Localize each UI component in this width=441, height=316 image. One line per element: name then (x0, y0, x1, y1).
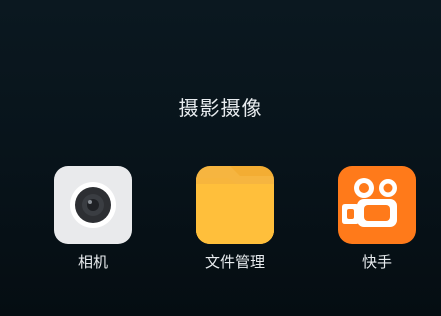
app-camera[interactable]: 相机 (43, 166, 143, 272)
camera-icon[interactable] (54, 166, 132, 244)
app-kuaishou[interactable]: 快手 (327, 166, 427, 272)
app-label: 文件管理 (204, 253, 265, 271)
folder-title: 摄影摄像 (178, 96, 263, 120)
app-file-manager[interactable]: 文件管理 (185, 166, 285, 272)
app-label: 相机 (77, 253, 108, 271)
kuaishou-icon[interactable] (338, 166, 416, 244)
folder-icon[interactable] (196, 166, 274, 244)
app-label: 快手 (361, 253, 392, 271)
